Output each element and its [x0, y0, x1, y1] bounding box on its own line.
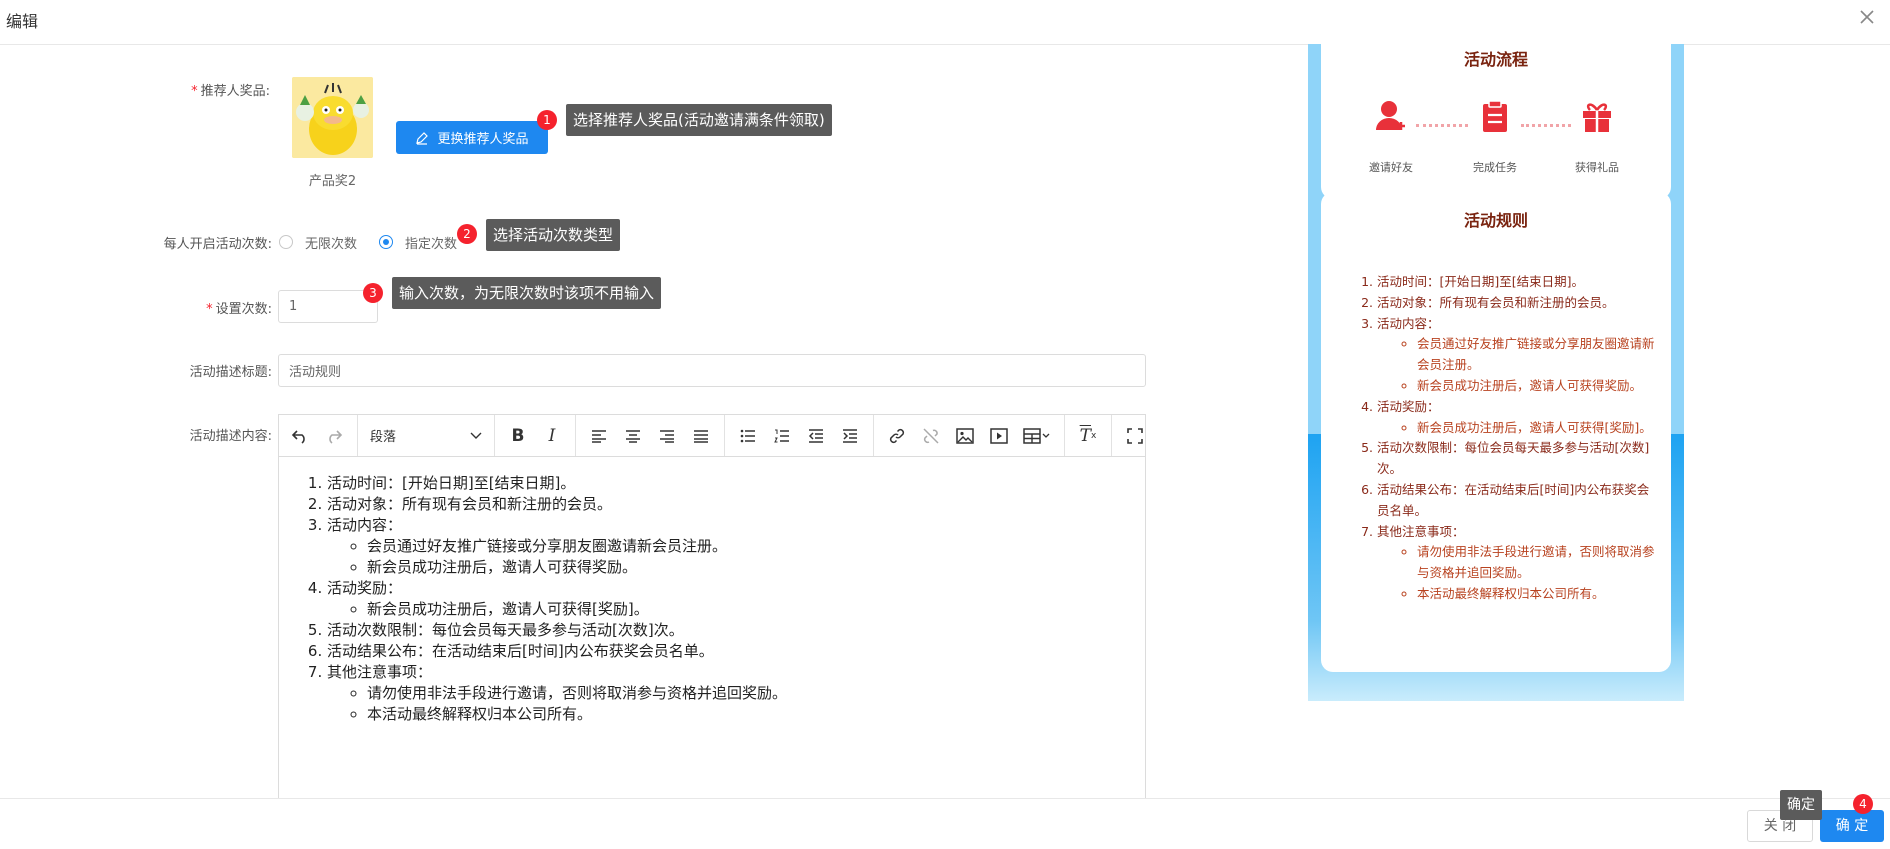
flow-title: 活动流程	[1463, 50, 1528, 69]
times-type-label: 每人开启活动次数:	[163, 237, 272, 252]
list-item: 新会员成功注册后，邀请人可获得奖励。	[367, 557, 787, 578]
dialog-footer	[0, 798, 1890, 849]
list-item: 请勿使用非法手段进行邀请，否则将取消参与资格并追回奖励。	[1417, 542, 1661, 584]
step-badge-1: 1	[537, 110, 557, 130]
align-left-icon[interactable]	[582, 421, 616, 451]
list-item: 新会员成功注册后，邀请人可获得[奖励]。	[1417, 418, 1661, 439]
flow-connector	[1521, 124, 1571, 127]
list-item: 活动结果公布：在活动结束后[时间]内公布获奖会员名单。	[327, 641, 787, 662]
list-item: 会员通过好友推广链接或分享朋友圈邀请新会员注册。	[1417, 334, 1661, 376]
list-item: 活动对象：所有现有会员和新注册的会员。	[1377, 293, 1661, 314]
radio-unlimited[interactable]	[279, 235, 293, 249]
tooltip-1: 选择推荐人奖品(活动邀请满条件领取)	[566, 104, 832, 136]
list-item: 活动内容： 会员通过好友推广链接或分享朋友圈邀请新会员注册。 新会员成功注册后，…	[1377, 314, 1661, 397]
prize-image	[292, 77, 373, 158]
align-center-icon[interactable]	[616, 421, 650, 451]
task-icon	[1477, 98, 1513, 134]
invite-friend-icon	[1373, 98, 1409, 134]
undo-icon[interactable]	[283, 421, 317, 451]
desc-title-label: 活动描述标题:	[189, 365, 272, 380]
editor-content[interactable]: 活动时间：[开始日期]至[结束日期]。 活动对象：所有现有会员和新注册的会员。 …	[307, 473, 787, 725]
desc-title-input[interactable]: 活动规则	[278, 354, 1146, 387]
unlink-icon[interactable]	[914, 421, 948, 451]
dialog-header	[0, 0, 1890, 45]
confirm-button[interactable]: 确 定	[1820, 810, 1884, 842]
list-item: 其他注意事项： 请勿使用非法手段进行邀请，否则将取消参与资格并追回奖励。 本活动…	[1377, 522, 1661, 605]
flow-card: 活动流程 邀请好友 完成任务 获得礼品	[1321, 44, 1671, 199]
radio-specified-label: 指定次数	[405, 237, 458, 252]
step-label: 邀请好友	[1369, 161, 1413, 174]
radio-unlimited-label: 无限次数	[305, 237, 358, 252]
tooltip-4: 确定	[1780, 790, 1822, 820]
chevron-down-icon	[470, 432, 482, 439]
align-justify-icon[interactable]	[684, 421, 718, 451]
list-item: 活动结果公布：在活动结束后[时间]内公布获奖会员名单。	[1377, 480, 1661, 522]
rules-title: 活动规则	[1463, 211, 1528, 230]
step-badge-4: 4	[1853, 794, 1873, 814]
list-item: 活动时间：[开始日期]至[结束日期]。	[1377, 272, 1661, 293]
table-icon[interactable]	[1016, 421, 1058, 451]
video-icon[interactable]	[982, 421, 1016, 451]
italic-icon[interactable]: I	[535, 421, 569, 451]
change-prize-button[interactable]: 更换推荐人奖品	[396, 121, 548, 154]
step-label: 完成任务	[1473, 161, 1517, 174]
image-icon[interactable]	[948, 421, 982, 451]
list-item: 活动内容： 会员通过好友推广链接或分享朋友圈邀请新会员注册。 新会员成功注册后，…	[327, 515, 787, 578]
step-badge-3: 3	[363, 283, 383, 303]
step-badge-2: 2	[457, 224, 477, 244]
gift-icon	[1579, 98, 1615, 134]
tooltip-2: 选择活动次数类型	[486, 219, 621, 251]
prize-name: 产品奖2	[308, 174, 357, 189]
step-label: 获得礼品	[1575, 161, 1619, 174]
prize-label: * 推荐人奖品:	[191, 84, 270, 99]
redo-icon[interactable]	[317, 421, 351, 451]
list-item: 会员通过好友推广链接或分享朋友圈邀请新会员注册。	[367, 536, 787, 557]
editor-toolbar: 段落 B I Tx	[279, 415, 1145, 457]
list-item: 本活动最终解释权归本公司所有。	[367, 704, 787, 725]
rich-text-editor[interactable]: 段落 B I Tx 1. 活动时间：[开始日期]至[结束日期]。 2. 活动对象…	[278, 414, 1146, 804]
list-item: 本活动最终解释权归本公司所有。	[1417, 584, 1661, 605]
dialog-title: 编辑	[6, 12, 39, 31]
fullscreen-icon[interactable]	[1118, 421, 1152, 451]
list-item: 请勿使用非法手段进行邀请，否则将取消参与资格并追回奖励。	[367, 683, 787, 704]
link-icon[interactable]	[880, 421, 914, 451]
numbered-list-icon[interactable]	[765, 421, 799, 451]
list-item: 活动时间：[开始日期]至[结束日期]。	[327, 473, 787, 494]
edit-icon	[416, 131, 429, 145]
activity-preview: 活动流程 邀请好友 完成任务 获得礼品 活动规则 活动时间：[开始日期]至[结束…	[1308, 44, 1684, 701]
bold-icon[interactable]: B	[501, 421, 535, 451]
list-item: 活动奖励： 新会员成功注册后，邀请人可获得[奖励]。	[1377, 397, 1661, 439]
list-item: 新会员成功注册后，邀请人可获得[奖励]。	[367, 599, 787, 620]
set-count-label: * 设置次数:	[206, 302, 272, 317]
clear-format-icon[interactable]: Tx	[1071, 421, 1105, 451]
flow-connector	[1416, 124, 1468, 127]
list-item: 其他注意事项： 请勿使用非法手段进行邀请，否则将取消参与资格并追回奖励。 本活动…	[327, 662, 787, 725]
list-item: 活动奖励： 新会员成功注册后，邀请人可获得[奖励]。	[327, 578, 787, 620]
list-item: 活动对象：所有现有会员和新注册的会员。	[327, 494, 787, 515]
align-right-icon[interactable]	[650, 421, 684, 451]
desc-content-label: 活动描述内容:	[189, 429, 272, 444]
indent-icon[interactable]	[833, 421, 867, 451]
list-item: 新会员成功注册后，邀请人可获得奖励。	[1417, 376, 1661, 397]
radio-specified[interactable]	[379, 235, 393, 249]
rules-list: 活动时间：[开始日期]至[结束日期]。 活动对象：所有现有会员和新注册的会员。 …	[1361, 272, 1661, 605]
paragraph-select[interactable]: 段落	[362, 421, 490, 451]
bullet-list-icon[interactable]	[731, 421, 765, 451]
close-icon[interactable]	[1856, 6, 1878, 28]
list-item: 活动次数限制：每位会员每天最多参与活动[次数]次。	[1377, 438, 1661, 480]
outdent-icon[interactable]	[799, 421, 833, 451]
tooltip-3: 输入次数，为无限次数时该项不用输入	[392, 277, 662, 309]
list-item: 活动次数限制：每位会员每天最多参与活动[次数]次。	[327, 620, 787, 641]
